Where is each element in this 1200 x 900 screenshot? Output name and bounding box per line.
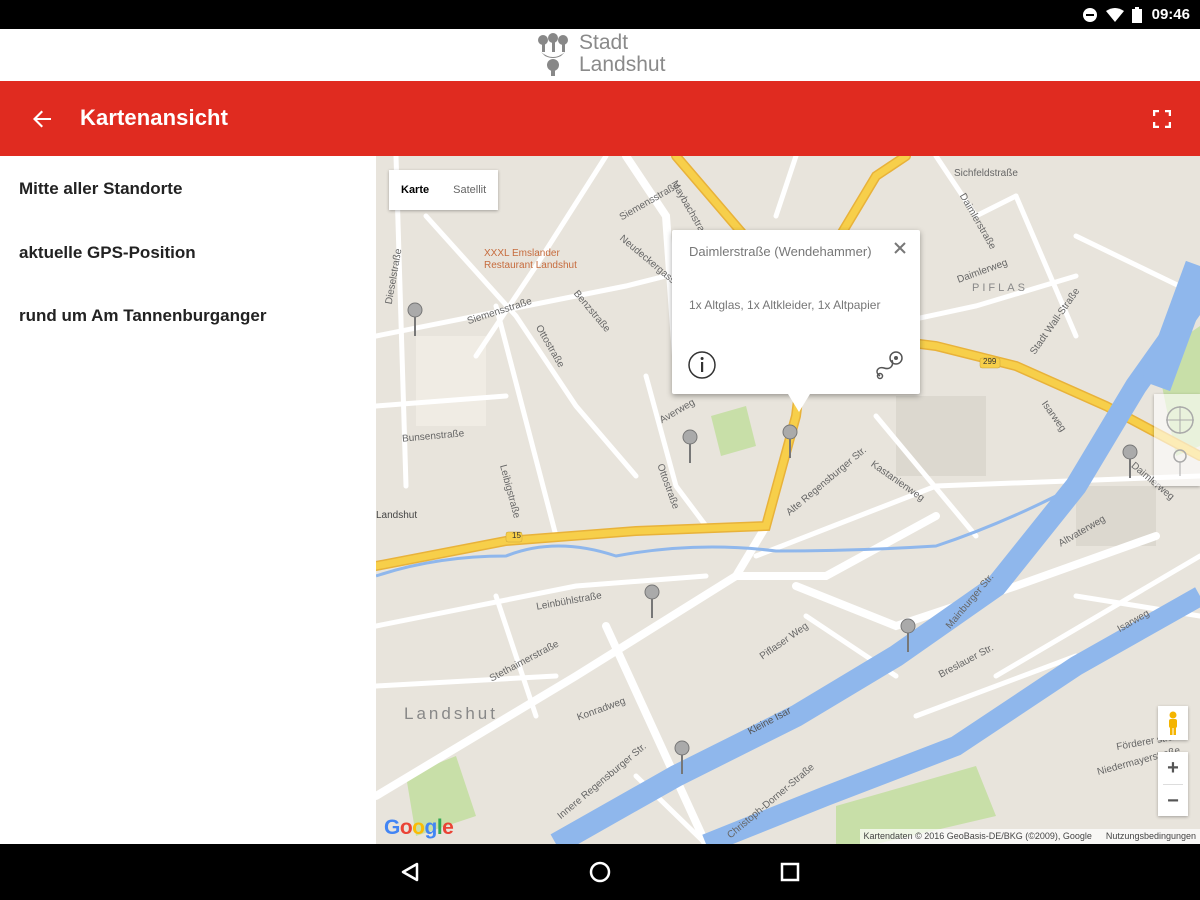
city-crest-icon — [538, 33, 568, 76]
status-bar: 09:46 — [0, 0, 1200, 29]
location-pin[interactable] — [1122, 444, 1138, 478]
arrow-left-icon — [33, 110, 51, 128]
terms-link[interactable]: Nutzungsbedingungen — [1106, 831, 1196, 842]
square-recents-icon — [780, 862, 800, 882]
location-pin[interactable] — [644, 584, 660, 618]
map-view[interactable]: 15 299 XXXL Emslander Restaurant Landshu… — [376, 156, 1200, 844]
map-attribution: Kartendaten © 2016 GeoBasis-DE/BKG (©200… — [859, 829, 1200, 844]
app-bar: Kartenansicht — [0, 81, 1200, 156]
city-label: Landshut — [404, 704, 498, 723]
sidebar-item-center-all[interactable]: Mitte aller Standorte — [19, 179, 182, 199]
wifi-icon — [1105, 7, 1124, 22]
road-number-label: 15 — [512, 531, 521, 540]
district-label: PIFLAS — [972, 282, 1028, 294]
status-clock: 09:46 — [1151, 6, 1190, 23]
location-pin[interactable] — [407, 302, 423, 336]
route-icon[interactable] — [872, 348, 906, 382]
sidebar-item-tannenburganger[interactable]: rund um Am Tannenburganger — [19, 306, 266, 326]
system-nav-bar — [0, 844, 1200, 900]
google-logo-letter: o — [399, 816, 413, 839]
fullscreen-icon — [1153, 110, 1171, 128]
sidebar-item-gps-position[interactable]: aktuelle GPS-Position — [19, 243, 196, 263]
street-label: Sichfeldstraße — [954, 168, 1018, 179]
google-logo-letter: e — [442, 816, 454, 839]
stadt-landshut-logo: Stadt Landshut — [533, 32, 665, 77]
map-type-control: Karte Satellit — [389, 170, 499, 210]
street-view-pegman[interactable] — [1158, 706, 1188, 740]
nav-back-button[interactable] — [396, 858, 424, 886]
info-window: Daimlerstraße (Wendehammer) 1x Altglas, … — [672, 230, 920, 394]
back-button[interactable] — [22, 99, 62, 139]
map-type-map-tab[interactable]: Karte — [389, 170, 441, 210]
location-pin[interactable] — [682, 429, 698, 463]
compass-icon — [1166, 406, 1194, 476]
google-logo-letter: g — [424, 816, 438, 839]
info-icon[interactable] — [687, 350, 717, 380]
battery-icon — [1131, 6, 1142, 23]
road-number-label: 299 — [983, 357, 997, 366]
logo-bar: Stadt Landshut — [0, 29, 1200, 81]
pegman-icon — [1169, 711, 1177, 735]
fullscreen-button[interactable] — [1146, 103, 1178, 135]
logo-line-2: Landshut — [579, 53, 666, 76]
google-logo-text: Google — [384, 816, 454, 839]
google-logo-letter: G — [384, 816, 400, 839]
info-window-description: 1x Altglas, 1x Altkleider, 1x Altpapier — [689, 298, 881, 312]
circle-home-icon — [589, 861, 611, 883]
zoom-in-button[interactable]: + — [1158, 752, 1188, 784]
do-not-disturb-icon — [1082, 7, 1098, 23]
logo-text: Stadt Landshut — [579, 32, 665, 76]
zoom-out-button[interactable]: − — [1158, 785, 1188, 817]
info-window-title: Daimlerstraße (Wendehammer) — [689, 244, 872, 259]
logo-line-1: Stadt — [579, 31, 629, 54]
google-logo[interactable]: Google — [384, 816, 454, 840]
google-logo-letter: o — [412, 816, 425, 839]
info-window-tail — [788, 394, 810, 412]
rotate-tilt-control[interactable] — [1154, 394, 1200, 486]
zoom-control: + − — [1158, 752, 1188, 816]
page-title: Kartenansicht — [80, 105, 229, 130]
nav-recents-button[interactable] — [776, 858, 804, 886]
attribution-text: Kartendaten © 2016 GeoBasis-DE/BKG (©200… — [863, 831, 1092, 841]
nav-home-button[interactable] — [586, 858, 614, 886]
location-pin[interactable] — [674, 740, 690, 774]
place-label: Landshut — [376, 510, 418, 521]
poi-label: XXXL Emslander Restaurant Landshut — [484, 248, 577, 271]
location-pin-selected[interactable] — [782, 424, 798, 458]
status-icons: 09:46 — [1082, 0, 1190, 29]
map-type-satellite-tab[interactable]: Satellit — [441, 170, 498, 210]
close-icon[interactable] — [892, 240, 908, 256]
triangle-back-icon — [401, 862, 419, 882]
location-pin[interactable] — [900, 618, 916, 652]
sidebar: Mitte aller Standorte aktuelle GPS-Posit… — [0, 156, 376, 844]
